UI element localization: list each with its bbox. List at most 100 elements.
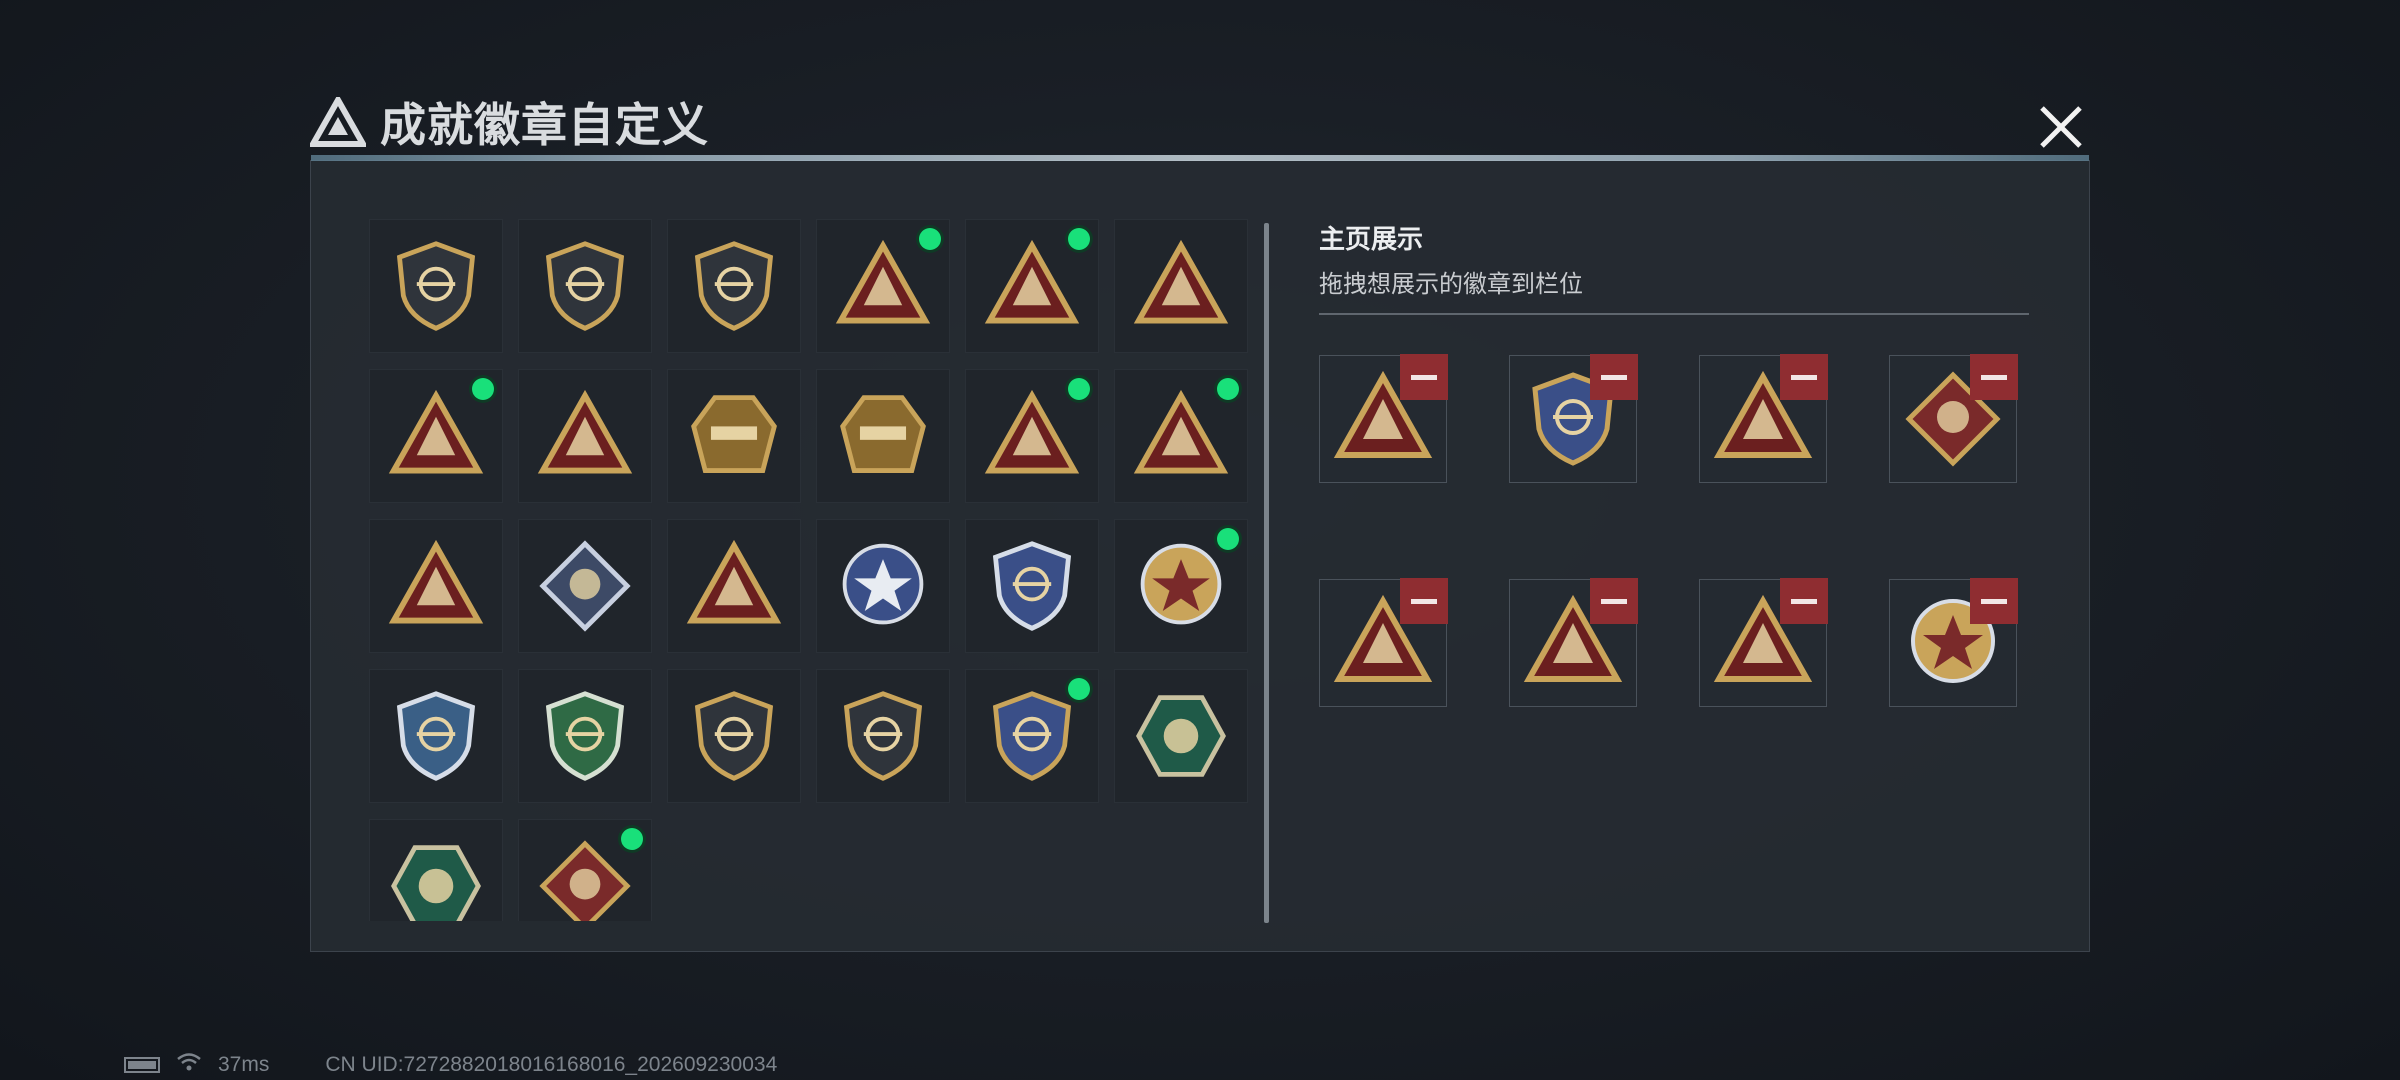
minus-icon [1791, 598, 1817, 604]
showcase-slot[interactable] [1319, 578, 1448, 707]
police-shield-badge-icon [992, 541, 1072, 631]
badge-item[interactable] [518, 819, 652, 921]
equipped-indicator-icon [1068, 678, 1090, 700]
dialog-header: 成就徽章自定义 [310, 92, 709, 152]
number-1-triangle-badge-icon [388, 389, 484, 474]
star-round-badge-icon [842, 543, 924, 625]
badge-item[interactable] [667, 669, 801, 803]
badge-item[interactable] [816, 519, 950, 653]
badge-item[interactable] [518, 519, 652, 653]
badge-item[interactable] [667, 519, 801, 653]
battery-icon [124, 1057, 160, 1073]
strongman-hexagon-badge-icon [391, 845, 481, 921]
remove-badge-button[interactable] [1780, 578, 1828, 624]
showcase-slot[interactable] [1889, 354, 2018, 483]
badge-item[interactable] [965, 519, 1099, 653]
equipped-indicator-icon [919, 228, 941, 250]
remove-badge-button[interactable] [1970, 578, 2018, 624]
close-icon[interactable] [2034, 100, 2088, 154]
showcase-slot[interactable] [1699, 354, 1828, 483]
badge-item[interactable] [369, 669, 503, 803]
dragon-diamond-badge-icon [539, 840, 631, 921]
delta-shield-badge-icon [396, 241, 476, 331]
badge-item[interactable] [1114, 219, 1248, 353]
number-2-triangle-badge-icon [537, 389, 633, 474]
rose-diamond-badge-icon [539, 540, 631, 632]
eri-globe-triangle-badge-icon [984, 239, 1080, 324]
badge-item[interactable] [518, 219, 652, 353]
gold-crosshair-shield-badge-icon [992, 691, 1072, 781]
soldiers-triangle-badge-icon [388, 539, 484, 624]
remove-badge-button[interactable] [1970, 354, 2018, 400]
wifi-icon [176, 1052, 202, 1078]
ping-value: 37ms [218, 1053, 270, 1076]
collection-scrollbar[interactable] [1264, 223, 1269, 923]
badge-item[interactable] [667, 369, 801, 503]
badge-item[interactable] [816, 369, 950, 503]
blade-shield-badge-icon [694, 241, 774, 331]
close-button[interactable] [2034, 100, 2088, 154]
badge-collection-grid[interactable] [369, 219, 1254, 921]
delta-triangle-icon [310, 97, 366, 147]
usb-drive-triangle-badge-icon [984, 389, 1080, 474]
badge-item[interactable] [1114, 369, 1248, 503]
minus-icon [1411, 374, 1437, 380]
equipped-indicator-icon [472, 378, 494, 400]
equipped-indicator-icon [1217, 378, 1239, 400]
showcase-slot[interactable] [1889, 578, 2018, 707]
minus-icon [1601, 374, 1627, 380]
badge-panel: 主页展示 拖拽想展示的徽章到栏位 [310, 155, 2090, 952]
badge-item[interactable] [369, 369, 503, 503]
showcase-slot[interactable] [1509, 578, 1638, 707]
minus-icon [1411, 598, 1437, 604]
target-crest-badge-icon [1140, 543, 1222, 625]
badge-item[interactable] [369, 819, 503, 921]
showcase-slots [1319, 354, 2019, 707]
bronze-crosshair-shield-badge-icon [843, 691, 923, 781]
dialog-title: 成就徽章自定义 [380, 98, 709, 152]
hornet-hexagon-badge-icon [1136, 695, 1226, 777]
badge-item[interactable] [1114, 669, 1248, 803]
helicopter-triangle-badge-icon [835, 239, 931, 324]
delta-force-gator-badge-icon [691, 395, 777, 473]
minus-icon [1601, 598, 1627, 604]
rifle-triangle-badge-icon [686, 539, 782, 624]
remove-badge-button[interactable] [1590, 354, 1638, 400]
badge-item[interactable] [965, 669, 1099, 803]
showcase-slot[interactable] [1699, 578, 1828, 707]
equipped-indicator-icon [621, 828, 643, 850]
badge-item[interactable] [965, 219, 1099, 353]
delta-force-2026-badge-icon [840, 395, 926, 473]
equipped-indicator-icon [1217, 528, 1239, 550]
hands-crystal-triangle-badge-icon [1133, 389, 1229, 474]
badge-item[interactable] [518, 669, 652, 803]
showcase-slot[interactable] [1509, 354, 1638, 483]
minus-icon [1791, 374, 1817, 380]
badge-item[interactable] [369, 219, 503, 353]
badge-item[interactable] [667, 219, 801, 353]
badge-item[interactable] [816, 669, 950, 803]
remove-badge-button[interactable] [1400, 578, 1448, 624]
homepage-showcase: 主页展示 拖拽想展示的徽章到栏位 [1319, 219, 2029, 707]
badge-item[interactable] [518, 369, 652, 503]
status-bar: 37ms CN UID:7272882018016168016_20260923… [124, 1052, 777, 1078]
remove-badge-button[interactable] [1400, 354, 1448, 400]
hands-triangle-badge-icon [1133, 239, 1229, 324]
badge-item[interactable] [1114, 519, 1248, 653]
badge-item[interactable] [369, 519, 503, 653]
showcase-divider [1319, 313, 2029, 315]
showcase-heading: 主页展示 [1319, 225, 1424, 255]
equipped-indicator-icon [1068, 228, 1090, 250]
equipped-indicator-icon [1068, 378, 1090, 400]
minus-icon [1981, 598, 2007, 604]
blue-crosshair-shield-badge-icon [396, 691, 476, 781]
remove-badge-button[interactable] [1780, 354, 1828, 400]
bronze-rifle-shield-badge-icon [694, 691, 774, 781]
badge-item[interactable] [816, 219, 950, 353]
showcase-slot[interactable] [1319, 354, 1448, 483]
remove-badge-button[interactable] [1590, 578, 1638, 624]
badge-item[interactable] [965, 369, 1099, 503]
minus-icon [1981, 374, 2007, 380]
helicopter-shield-badge-icon [545, 241, 625, 331]
panel-divider [311, 155, 2089, 161]
